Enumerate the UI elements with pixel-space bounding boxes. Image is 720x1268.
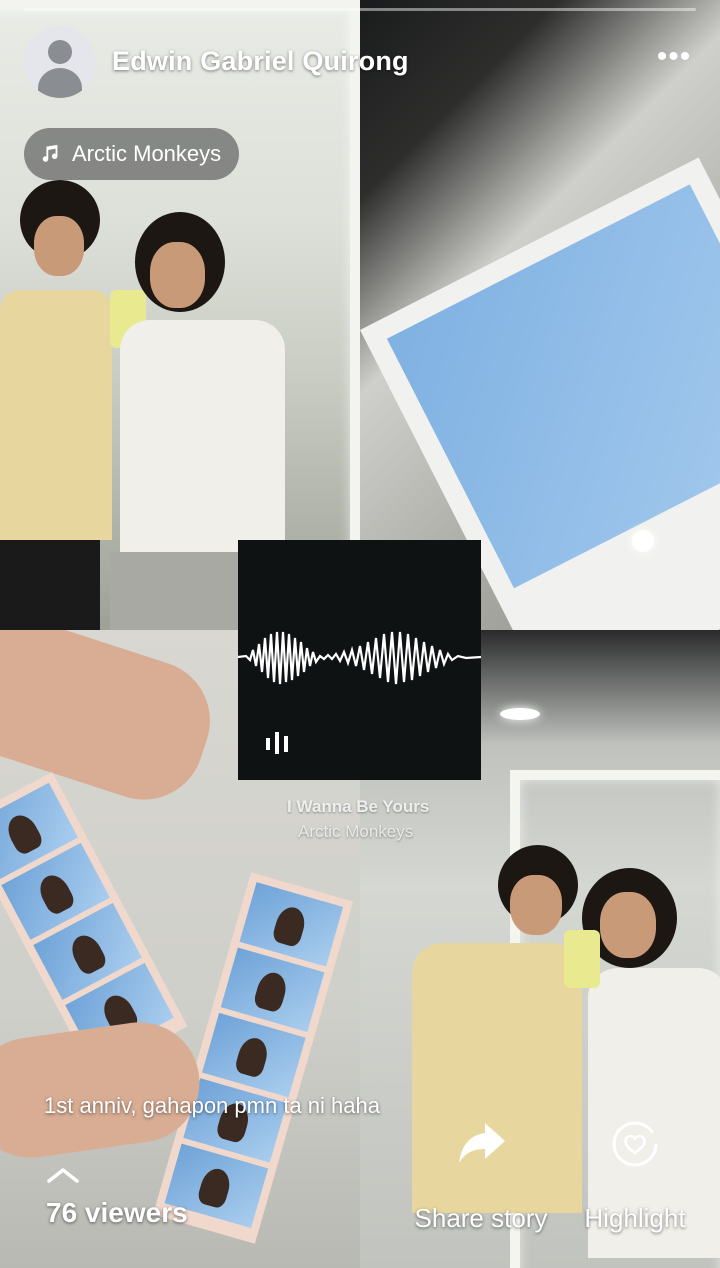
- share-story-label: Share story: [414, 1203, 548, 1233]
- phone: [564, 930, 600, 988]
- share-story-button[interactable]: Share story: [402, 1115, 560, 1245]
- ceiling-light: [632, 530, 654, 552]
- music-attribution[interactable]: Arctic Monkeys: [24, 128, 240, 180]
- highlight-heart-icon: [612, 1121, 658, 1167]
- more-horizontal-icon[interactable]: •••: [654, 42, 694, 76]
- person-left: [0, 180, 120, 630]
- ceiling-light: [500, 708, 540, 720]
- music-label: Arctic Monkeys: [72, 141, 222, 166]
- audio-bars-icon: [266, 732, 288, 754]
- avatar[interactable]: [24, 26, 96, 98]
- author-name[interactable]: Edwin Gabriel Quirong: [112, 46, 409, 77]
- chevron-up-icon[interactable]: [46, 1166, 80, 1184]
- song-title: I Wanna Be Yours: [287, 797, 430, 816]
- viewers-count[interactable]: 76 viewers: [46, 1197, 188, 1229]
- highlight-button[interactable]: Highlight: [570, 1115, 700, 1245]
- soundwave-logo: [238, 631, 481, 685]
- share-arrow-icon: [459, 1123, 505, 1163]
- story-progress-bar: [24, 8, 696, 11]
- music-sticker[interactable]: [238, 540, 481, 780]
- photo-top-right: [360, 0, 720, 630]
- music-note-icon: [42, 144, 58, 162]
- story-caption: 1st anniv, gahapon pmn ta ni haha: [44, 1093, 380, 1118]
- story-viewer: Edwin Gabriel Quirong ••• Arctic Monkeys…: [0, 0, 720, 1268]
- song-artist: Arctic Monkeys: [298, 822, 414, 841]
- highlight-label: Highlight: [584, 1203, 686, 1233]
